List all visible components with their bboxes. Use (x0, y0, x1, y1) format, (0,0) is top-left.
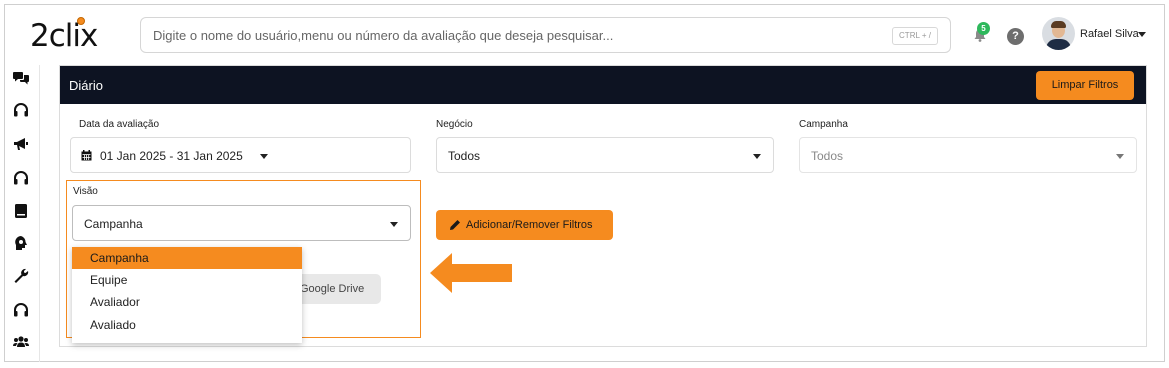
add-remove-filters-button[interactable]: Adicionar/Remover Filtros (436, 210, 613, 240)
chevron-down-icon (260, 154, 268, 159)
brand-logo[interactable]: 2clix (30, 18, 98, 54)
headset-icon[interactable] (13, 102, 29, 118)
google-drive-label: Google Drive (300, 283, 365, 295)
headset-icon[interactable] (13, 170, 29, 186)
book-icon[interactable] (13, 203, 29, 219)
date-range-picker[interactable]: 01 Jan 2025 - 31 Jan 2025 (70, 137, 411, 173)
view-select-value: Campanha (84, 217, 143, 231)
view-filter-label: Visão (73, 186, 98, 197)
arrow-left-icon (430, 253, 512, 293)
dropdown-option-avaliador[interactable]: Avaliador (72, 291, 302, 313)
dropdown-option-equipe[interactable]: Equipe (72, 269, 302, 291)
campaign-select-value: Todos (811, 149, 844, 163)
brain-icon[interactable] (13, 235, 29, 251)
headset-icon[interactable] (13, 302, 29, 318)
business-select[interactable]: Todos (436, 137, 774, 173)
business-select-value: Todos (448, 149, 481, 163)
date-filter-label: Data da avaliação (79, 119, 160, 130)
campaign-select[interactable]: Todos (799, 137, 1137, 173)
chevron-down-icon (753, 154, 761, 159)
date-range-value: 01 Jan 2025 - 31 Jan 2025 (100, 149, 243, 163)
pencil-icon (450, 220, 460, 230)
card-header: Diário Limpar Filtros (60, 66, 1146, 104)
clear-filters-button[interactable]: Limpar Filtros (1036, 71, 1134, 100)
view-select[interactable]: Campanha (72, 205, 411, 241)
users-icon[interactable] (13, 334, 29, 350)
search-input[interactable]: Digite o nome do usuário,menu ou número … (140, 17, 951, 53)
dropdown-option-avaliado[interactable]: Avaliado (72, 314, 302, 336)
wrench-icon[interactable] (13, 268, 29, 284)
comments-icon[interactable] (13, 70, 29, 86)
chevron-down-icon (390, 222, 398, 227)
chevron-down-icon[interactable] (1138, 32, 1146, 37)
calendar-icon (81, 150, 92, 161)
chevron-down-icon (1116, 154, 1124, 159)
page-title: Diário (69, 78, 103, 93)
logo-dot (77, 17, 85, 25)
search-shortcut-hint: CTRL + / (892, 27, 938, 45)
business-filter-label: Negócio (436, 119, 473, 130)
search-placeholder: Digite o nome do usuário,menu ou número … (153, 28, 614, 43)
notification-badge: 5 (977, 22, 990, 35)
dropdown-option-campanha[interactable]: Campanha (72, 247, 302, 269)
help-icon[interactable]: ? (1007, 28, 1024, 45)
view-dropdown-menu: Campanha Equipe Avaliador Avaliado (72, 247, 302, 343)
megaphone-icon[interactable] (13, 136, 29, 152)
campaign-filter-label: Campanha (799, 119, 848, 130)
user-name[interactable]: Rafael Silva (1080, 28, 1139, 40)
avatar[interactable] (1042, 17, 1075, 50)
